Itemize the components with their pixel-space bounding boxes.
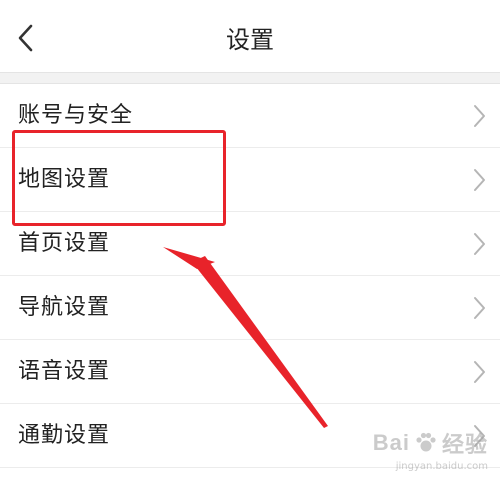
settings-item-account-security[interactable]: 账号与安全 — [0, 84, 500, 148]
settings-item-label: 通勤设置 — [18, 423, 111, 448]
settings-screen: 设置 账号与安全 地图设置 首页设置 导航设置 语音设置 通勤设置 Bai 经验… — [0, 0, 500, 486]
settings-item-navigation[interactable]: 导航设置 — [0, 276, 500, 340]
chevron-right-icon — [474, 297, 485, 319]
page-title: 设置 — [226, 26, 274, 54]
chevron-right-icon — [474, 233, 485, 255]
settings-list: 账号与安全 地图设置 首页设置 导航设置 语音设置 通勤设置 — [0, 84, 500, 468]
settings-item-label: 地图设置 — [18, 167, 111, 192]
chevron-right-icon — [474, 425, 485, 447]
top-bar: 设置 — [0, 0, 500, 72]
settings-item-label: 导航设置 — [18, 295, 111, 320]
settings-item-voice[interactable]: 语音设置 — [0, 340, 500, 404]
chevron-right-icon — [474, 169, 485, 191]
settings-item-label: 首页设置 — [18, 231, 111, 256]
settings-item-map[interactable]: 地图设置 — [0, 148, 500, 212]
chevron-right-icon — [474, 105, 485, 127]
settings-item-homepage[interactable]: 首页设置 — [0, 212, 500, 276]
section-divider — [0, 72, 500, 84]
settings-item-label: 账号与安全 — [18, 103, 134, 128]
chevron-right-icon — [474, 361, 485, 383]
settings-item-label: 语音设置 — [18, 359, 111, 384]
settings-item-commute[interactable]: 通勤设置 — [0, 404, 500, 468]
